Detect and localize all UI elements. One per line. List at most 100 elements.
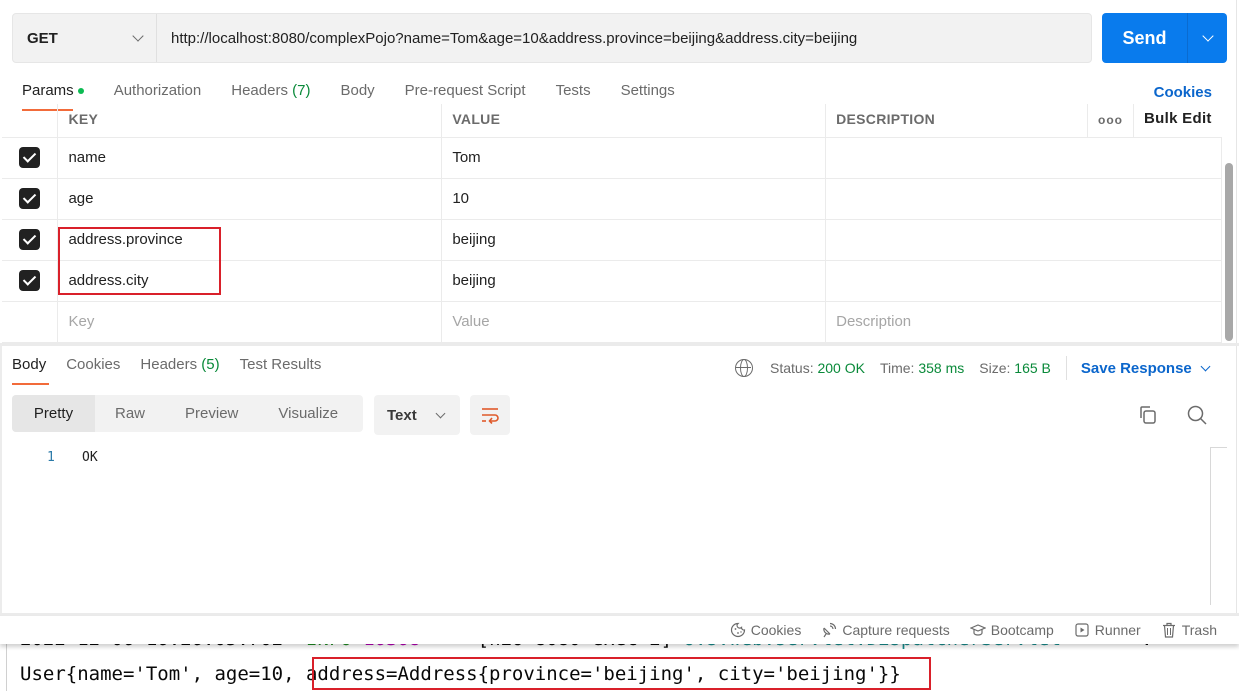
more-icon: ooo	[1098, 112, 1123, 127]
line-number: 1	[47, 450, 55, 465]
response-meta: Status: 200 OK Time: 358 ms Size: 165 B …	[733, 356, 1211, 380]
statusbar-label: Runner	[1094, 622, 1141, 638]
tab-label: Tests	[555, 82, 591, 99]
table-row: name Tom	[2, 136, 1222, 179]
tab-label: Settings	[620, 82, 675, 99]
active-tab-indicator	[12, 383, 49, 385]
bulk-edit-button[interactable]: Bulk Edit	[1133, 104, 1222, 138]
status-bar: Cookies Capture requests Bootcamp Runner…	[0, 616, 1239, 644]
cookies-link[interactable]: Cookies	[1154, 84, 1212, 101]
tab-label: Body	[340, 82, 375, 99]
statusbar-bootcamp[interactable]: Bootcamp	[969, 622, 1054, 638]
tab-response-cookies[interactable]: Cookies	[66, 356, 120, 373]
language-select[interactable]: Text	[374, 395, 460, 435]
save-response-button[interactable]: Save Response	[1080, 359, 1211, 377]
send-button[interactable]: Send	[1102, 13, 1187, 63]
key-placeholder[interactable]: Key	[57, 300, 443, 343]
editor-scrollbar-track[interactable]	[1210, 447, 1211, 605]
tab-tests[interactable]: Tests	[556, 82, 591, 104]
method-select[interactable]: GET	[13, 14, 157, 62]
row-checkbox[interactable]	[19, 270, 41, 291]
response-text: OK	[82, 450, 98, 465]
pane-divider[interactable]	[0, 343, 1239, 346]
format-pretty[interactable]: Pretty	[12, 395, 95, 432]
bulk-edit-label: Bulk Edit	[1144, 109, 1212, 127]
description-cell[interactable]	[825, 136, 1222, 179]
statusbar-label: Cookies	[750, 622, 802, 638]
send-options-button[interactable]	[1187, 13, 1227, 63]
cookie-icon	[730, 622, 745, 638]
save-response-label: Save Response	[1080, 359, 1192, 377]
url-input[interactable]	[157, 14, 1091, 62]
row-checkbox-cell	[2, 300, 59, 343]
row-checkbox[interactable]	[19, 147, 41, 168]
output-prefix: User{name='Tom', age=10,	[20, 663, 306, 685]
statusbar-label: Bootcamp	[990, 622, 1054, 638]
key-cell[interactable]: age	[57, 177, 443, 220]
value-cell[interactable]: 10	[441, 177, 827, 220]
trash-icon	[1162, 622, 1175, 638]
request-tabs: Params Authorization Headers (7) Body Pr…	[22, 82, 705, 104]
format-preview[interactable]: Preview	[165, 395, 258, 432]
globe-icon[interactable]	[735, 359, 753, 377]
wrap-lines-icon	[482, 408, 499, 424]
tab-settings[interactable]: Settings	[621, 82, 675, 104]
tab-label: Pre-request Script	[404, 82, 526, 99]
size-value: 165 B	[1014, 360, 1051, 376]
tab-body[interactable]: Body	[340, 82, 374, 104]
chevron-down-icon	[1200, 361, 1211, 371]
description-cell[interactable]	[825, 218, 1222, 261]
tab-count: (5)	[201, 356, 220, 373]
size-info[interactable]: Size: 165 B	[979, 360, 1051, 376]
tab-params[interactable]: Params	[22, 82, 84, 104]
statusbar-trash[interactable]: Trash	[1161, 622, 1217, 638]
statusbar-runner[interactable]: Runner	[1074, 622, 1141, 638]
value-placeholder[interactable]: Value	[441, 300, 827, 343]
description-column-header: DESCRIPTION	[825, 104, 1088, 138]
search-icon[interactable]	[1186, 404, 1208, 426]
statusbar-cookies[interactable]: Cookies	[730, 622, 802, 638]
row-checkbox[interactable]	[19, 229, 41, 250]
key-cell[interactable]: address.province	[57, 218, 443, 261]
tab-label: Authorization	[113, 82, 202, 99]
console-output-line: User{name='Tom', age=10, address=Address…	[20, 663, 901, 685]
description-cell[interactable]	[825, 177, 1222, 220]
time-value: 358 ms	[918, 360, 965, 376]
table-row: age 10	[2, 177, 1222, 220]
statusbar-capture-requests[interactable]: Capture requests	[821, 622, 950, 638]
params-scrollbar[interactable]	[1225, 163, 1233, 341]
description-placeholder[interactable]: Description	[825, 300, 1222, 343]
value-cell[interactable]: beijing	[441, 218, 827, 261]
status-label: Status:	[770, 360, 814, 376]
tab-headers[interactable]: Headers (7)	[231, 82, 310, 104]
description-cell[interactable]	[825, 259, 1222, 302]
value-cell[interactable]: Tom	[441, 136, 827, 179]
runner-icon	[1075, 623, 1089, 637]
tab-test-results[interactable]: Test Results	[240, 356, 322, 373]
key-cell[interactable]: address.city	[57, 259, 443, 302]
tab-response-headers[interactable]: Headers (5)	[140, 356, 219, 373]
copy-icon[interactable]	[1137, 405, 1157, 425]
bootcamp-icon	[969, 624, 986, 636]
statusbar-label: Capture requests	[842, 622, 950, 638]
row-checkbox[interactable]	[19, 188, 41, 209]
response-tabs: Body Cookies Headers (5) Test Results	[12, 356, 341, 373]
time-info[interactable]: Time: 358 ms	[880, 360, 964, 376]
wrap-lines-button[interactable]	[470, 395, 510, 435]
params-header-row: KEY VALUE DESCRIPTION ooo Bulk Edit	[2, 104, 1222, 138]
tab-authorization[interactable]: Authorization	[114, 82, 202, 104]
tab-pre-request-script[interactable]: Pre-request Script	[405, 82, 526, 104]
checkbox-column-header	[2, 104, 59, 138]
language-label: Text	[387, 406, 417, 424]
status-info[interactable]: Status: 200 OK	[770, 360, 865, 376]
key-cell[interactable]: name	[57, 136, 443, 179]
chevron-down-icon	[435, 408, 446, 418]
output-suffix: }	[889, 663, 901, 685]
format-visualize[interactable]: Visualize	[258, 395, 358, 432]
format-raw[interactable]: Raw	[95, 395, 165, 432]
value-cell[interactable]: beijing	[441, 259, 827, 302]
row-checkbox-cell	[2, 218, 59, 261]
tab-response-body[interactable]: Body	[12, 356, 46, 373]
chevron-down-icon	[132, 30, 144, 42]
more-options-button[interactable]: ooo	[1087, 104, 1134, 138]
